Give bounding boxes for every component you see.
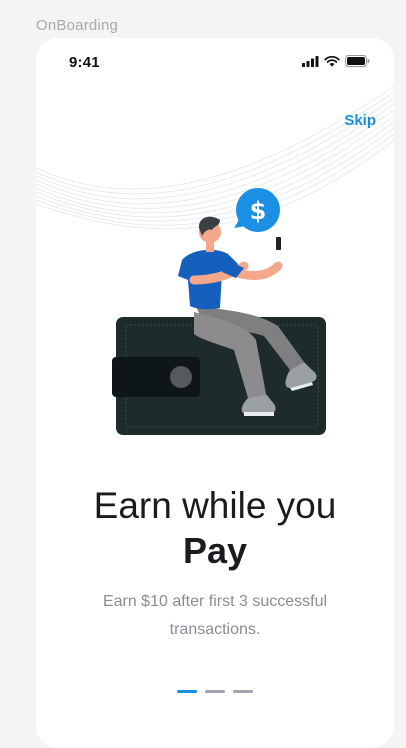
dollar-sign: $ — [250, 197, 267, 225]
page-dot-1[interactable] — [177, 690, 197, 693]
phone-screen: 9:41 Skip $ Earn while you Pay Earn $10 … — [36, 38, 394, 748]
dollar-bubble-icon: $ — [234, 188, 280, 232]
title-line-2: Pay — [182, 530, 248, 571]
onboarding-subtitle: Earn $10 after first 3 successful transa… — [102, 593, 328, 638]
title-line-1: Earn while you — [93, 485, 337, 526]
cellular-signal-icon — [302, 55, 319, 67]
page-dot-2[interactable] — [205, 690, 225, 693]
status-icons — [302, 55, 370, 67]
frame-label: OnBoarding — [36, 17, 119, 34]
onboarding-title: Earn while you Pay — [36, 484, 394, 574]
status-time: 9:41 — [69, 54, 100, 71]
person-on-wallet-illustration: $ — [112, 188, 326, 435]
skip-button[interactable]: Skip — [344, 112, 376, 129]
pagination-indicator — [177, 690, 253, 693]
wifi-icon — [324, 55, 340, 67]
battery-icon — [345, 55, 370, 67]
page-dot-3[interactable] — [233, 690, 253, 693]
